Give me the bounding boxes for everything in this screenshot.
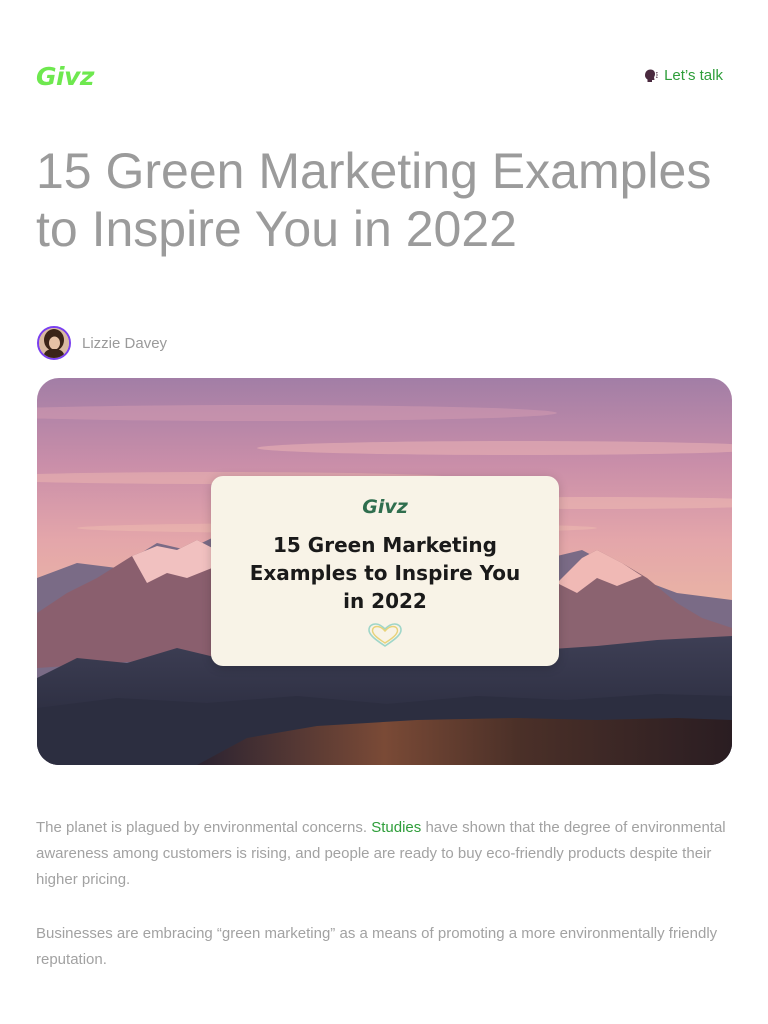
studies-link[interactable]: Studies	[371, 819, 421, 836]
givz-logo[interactable]: Givz	[36, 62, 94, 91]
author-avatar	[37, 326, 71, 360]
hero-title-card: Givz 15 Green Marketing Examples to Insp…	[211, 476, 559, 666]
hero-card-title: 15 Green Marketing Examples to Inspire Y…	[249, 533, 521, 613]
intro-paragraph: The planet is plagued by environmental c…	[36, 815, 736, 893]
lets-talk-label: Let’s talk	[664, 67, 723, 84]
hero-image: Givz 15 Green Marketing Examples to Insp…	[37, 378, 732, 765]
author-name[interactable]: Lizzie Davey	[82, 335, 167, 352]
intro-text-before: The planet is plagued by environmental c…	[36, 819, 368, 836]
article-title: 15 Green Marketing Examples to Inspire Y…	[36, 143, 712, 257]
author-byline: Lizzie Davey	[37, 326, 167, 360]
second-paragraph: Businesses are embracing “green marketin…	[36, 925, 718, 968]
lets-talk-button[interactable]: Let’s talk	[642, 67, 723, 84]
heart-icon	[366, 622, 404, 653]
speaking-head-icon	[642, 68, 658, 83]
hero-card-logo: Givz	[362, 496, 408, 518]
